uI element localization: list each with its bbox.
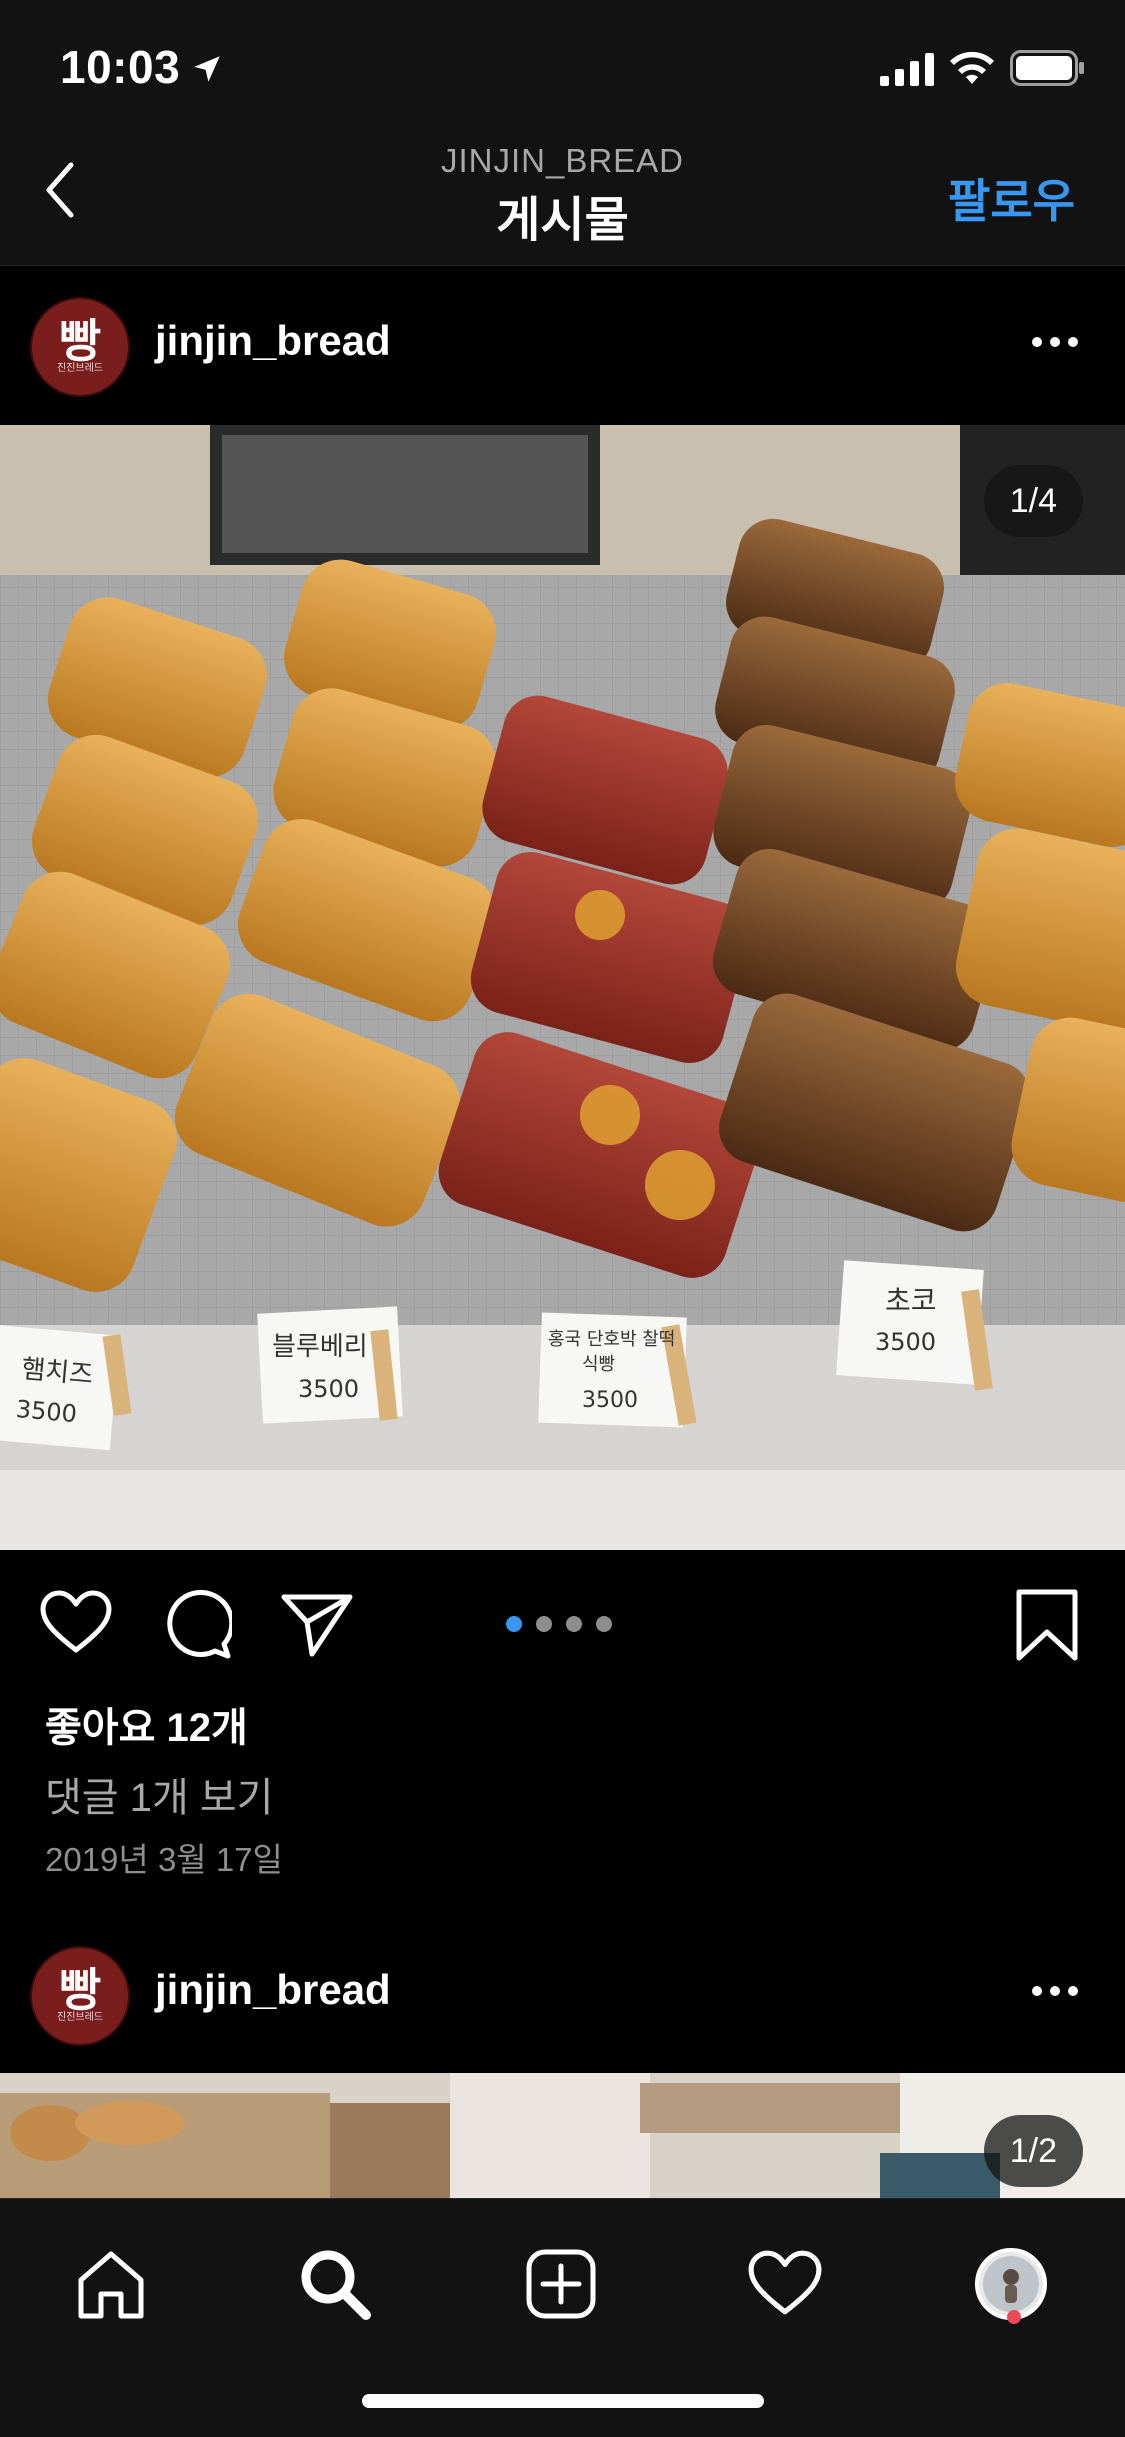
post-actions: [0, 1550, 1125, 1690]
more-dot-icon: [1032, 1986, 1042, 1996]
save-button[interactable]: [1015, 1588, 1079, 1667]
location-arrow-icon: [194, 56, 220, 82]
search-icon: [301, 2250, 371, 2320]
price-tag-price: 3500: [298, 1375, 359, 1403]
follow-button[interactable]: 팔로우: [948, 165, 1075, 231]
bookmark-icon: [1016, 1589, 1078, 1661]
price-tag: 블루베리 3500: [257, 1306, 403, 1424]
share-icon: [281, 1594, 353, 1657]
price-tag-name: 초코: [885, 1284, 937, 1317]
price-tag-name: 식빵: [582, 1354, 615, 1375]
avatar[interactable]: 빵 진진브레드: [30, 297, 130, 397]
more-dot-icon: [1050, 1986, 1060, 1996]
cellular-signal-icon: [880, 53, 934, 86]
comment-icon: [167, 1590, 235, 1659]
home-icon: [78, 2251, 144, 2319]
avatar-logo-text: 빵: [58, 1964, 102, 2016]
avatar-logo-subtext: 진진브레드: [57, 2012, 103, 2023]
price-tag: 홍국 단호박 찰떡 식빵 3500: [538, 1312, 697, 1428]
avatar-logo-subtext: 진진브레드: [57, 363, 103, 374]
like-count[interactable]: 좋아요 12개: [45, 1695, 248, 1753]
tab-search[interactable]: [280, 2229, 390, 2339]
more-dot-icon: [1068, 1986, 1078, 1996]
bakery-photo: [0, 2073, 1125, 2198]
price-tag-price: 3500: [582, 1388, 638, 1413]
price-tag-name: 홍국 단호박 찰떡: [548, 1329, 675, 1350]
bread-photo: 햄치즈 3500 블루베리 3500 홍국 단호박 찰떡 식빵 3500 초코 …: [0, 425, 1125, 1550]
carousel-dot: [566, 1616, 582, 1632]
next-post-header: 빵 진진브레드 jinjin_bread: [0, 1916, 1125, 2073]
more-dot-icon: [1032, 337, 1042, 347]
like-button[interactable]: [40, 1590, 112, 1661]
image-counter: 1/4: [983, 465, 1083, 537]
post-header: 빵 진진브레드 jinjin_bread: [0, 267, 1125, 424]
add-icon: [526, 2249, 596, 2319]
price-tag-price: 3500: [15, 1395, 78, 1428]
wifi-icon: [950, 51, 994, 84]
more-dot-icon: [1068, 337, 1078, 347]
battery-icon: [1010, 50, 1084, 86]
status-time: 10:03: [60, 41, 181, 93]
tab-activity[interactable]: [730, 2229, 840, 2339]
comment-button[interactable]: [162, 1590, 235, 1665]
post-username[interactable]: jinjin_bread: [155, 1966, 391, 2014]
tab-new-post[interactable]: [506, 2229, 616, 2339]
notification-dot: [1007, 2310, 1021, 2324]
post-date: 2019년 3월 17일: [45, 1841, 283, 1878]
share-button[interactable]: [280, 1592, 354, 1663]
more-dot-icon: [1050, 337, 1060, 347]
image-counter: 1/2: [983, 2115, 1083, 2187]
more-options-button[interactable]: [1025, 322, 1085, 362]
more-options-button[interactable]: [1025, 1971, 1085, 2011]
avatar-logo-text: 빵: [58, 315, 102, 367]
carousel-dot: [596, 1616, 612, 1632]
price-tag-price: 3500: [875, 1328, 936, 1356]
avatar[interactable]: 빵 진진브레드: [30, 1946, 130, 2046]
carousel-dot: [536, 1616, 552, 1632]
price-tag: 초코 3500: [836, 1260, 993, 1391]
carousel-indicator: [506, 1616, 612, 1632]
tab-home[interactable]: [56, 2229, 166, 2339]
post-image[interactable]: 햄치즈 3500 블루베리 3500 홍국 단호박 찰떡 식빵 3500 초코 …: [0, 425, 1125, 1550]
post-username[interactable]: jinjin_bread: [155, 317, 391, 365]
next-post-image[interactable]: 1/2: [0, 2073, 1125, 2198]
view-comments-link[interactable]: 댓글 1개 보기: [45, 1765, 273, 1823]
activity-heart-icon: [748, 2250, 822, 2315]
heart-icon: [40, 1590, 112, 1653]
price-tag-name: 블루베리: [272, 1332, 368, 1362]
home-indicator[interactable]: [362, 2394, 764, 2408]
price-tag-name: 햄치즈: [20, 1354, 94, 1390]
carousel-dot: [506, 1616, 522, 1632]
